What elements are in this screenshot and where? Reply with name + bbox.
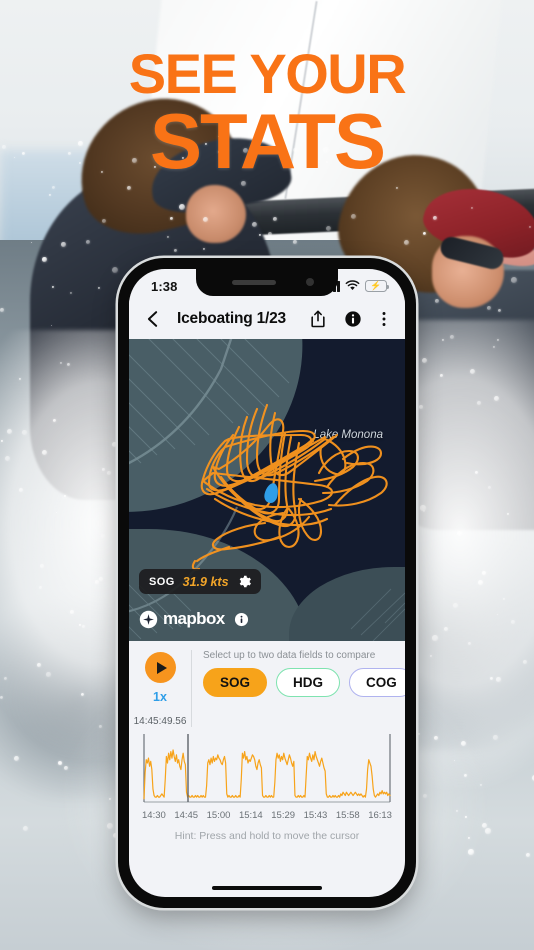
data-field-chip-sog[interactable]: SOG bbox=[203, 668, 268, 697]
mapbox-info-icon[interactable] bbox=[234, 612, 249, 627]
home-indicator bbox=[212, 885, 322, 890]
promo-headline: SEE YOUR STATS bbox=[0, 42, 534, 185]
gear-icon[interactable] bbox=[237, 574, 252, 589]
map-view[interactable]: Lake Monona SOG 31.9 kts mapbox bbox=[129, 339, 405, 641]
headline-line-2: STATS bbox=[149, 96, 386, 185]
x-tick-label: 15:58 bbox=[335, 810, 360, 821]
chart-series-sog bbox=[143, 749, 391, 800]
headline-line-1: SEE YOUR bbox=[128, 42, 407, 105]
mapbox-logo[interactable]: mapbox bbox=[139, 609, 225, 629]
x-tick-label: 15:00 bbox=[206, 810, 231, 821]
info-circle-icon[interactable] bbox=[343, 308, 363, 330]
readout-value: 31.9 kts bbox=[182, 574, 229, 589]
data-field-chips: SOGHDGCOGHe bbox=[203, 668, 405, 697]
x-tick-label: 15:14 bbox=[238, 810, 263, 821]
page-title: Iceboating 1/23 bbox=[177, 310, 286, 327]
playback-controls: 1x 14:45:49.56 Select up to two data fie… bbox=[129, 641, 405, 727]
mapbox-wordmark: mapbox bbox=[163, 609, 225, 628]
chart-plot bbox=[143, 734, 391, 803]
app-header: Iceboating 1/23 bbox=[129, 299, 405, 339]
playback-column: 1x 14:45:49.56 bbox=[129, 650, 191, 727]
wifi-icon bbox=[345, 280, 360, 291]
promo-screenshot: SEE YOUR STATS 1:38 ⚡ Iceboating 1/23 La… bbox=[0, 0, 534, 950]
x-tick-label: 16:13 bbox=[368, 810, 392, 821]
chevron-left-icon[interactable] bbox=[142, 308, 164, 330]
earpiece-speaker bbox=[232, 280, 276, 285]
play-button[interactable] bbox=[144, 652, 176, 683]
phone-screen: 1:38 ⚡ Iceboating 1/23 Lake Monona SOG 3… bbox=[129, 269, 405, 897]
sailor-left-face bbox=[186, 185, 246, 243]
x-tick-label: 14:45 bbox=[174, 810, 199, 821]
x-tick-label: 15:43 bbox=[303, 810, 328, 821]
more-vertical-icon[interactable] bbox=[377, 308, 391, 330]
data-fields-column: Select up to two data fields to compare … bbox=[191, 650, 405, 727]
play-icon bbox=[156, 661, 167, 674]
playback-timecode: 14:45:49.56 bbox=[133, 716, 187, 727]
x-tick-label: 14:30 bbox=[142, 810, 166, 821]
status-bar-time: 1:38 bbox=[151, 278, 178, 294]
front-camera bbox=[306, 278, 314, 286]
sog-chart[interactable] bbox=[141, 733, 393, 807]
data-fields-hint: Select up to two data fields to compare bbox=[203, 650, 376, 661]
chart-section: 14:30 14:45 15:00 15:14 15:29 15:43 15:58 16:13… bbox=[129, 727, 405, 842]
mapbox-logo-icon bbox=[139, 610, 158, 628]
data-field-chip-hdg[interactable]: HDG bbox=[276, 668, 341, 697]
mapbox-attribution[interactable]: mapbox bbox=[139, 609, 249, 629]
phone-mockup: 1:38 ⚡ Iceboating 1/23 Lake Monona SOG 3… bbox=[118, 258, 416, 908]
cursor-hint: Hint: Press and hold to move the cursor bbox=[174, 830, 360, 842]
chart-x-axis-labels: 14:30 14:45 15:00 15:14 15:29 15:43 15:58 16:13 bbox=[141, 807, 393, 821]
battery-charging-icon: ⚡ bbox=[365, 280, 389, 292]
map-readout-badge[interactable]: SOG 31.9 kts bbox=[139, 569, 261, 594]
share-icon[interactable] bbox=[308, 308, 328, 330]
x-tick-label: 15:29 bbox=[271, 810, 296, 821]
playback-speed[interactable]: 1x bbox=[153, 690, 167, 704]
data-field-chip-cog[interactable]: COG bbox=[349, 668, 405, 697]
phone-notch bbox=[196, 269, 338, 296]
readout-field-label: SOG bbox=[149, 575, 175, 588]
